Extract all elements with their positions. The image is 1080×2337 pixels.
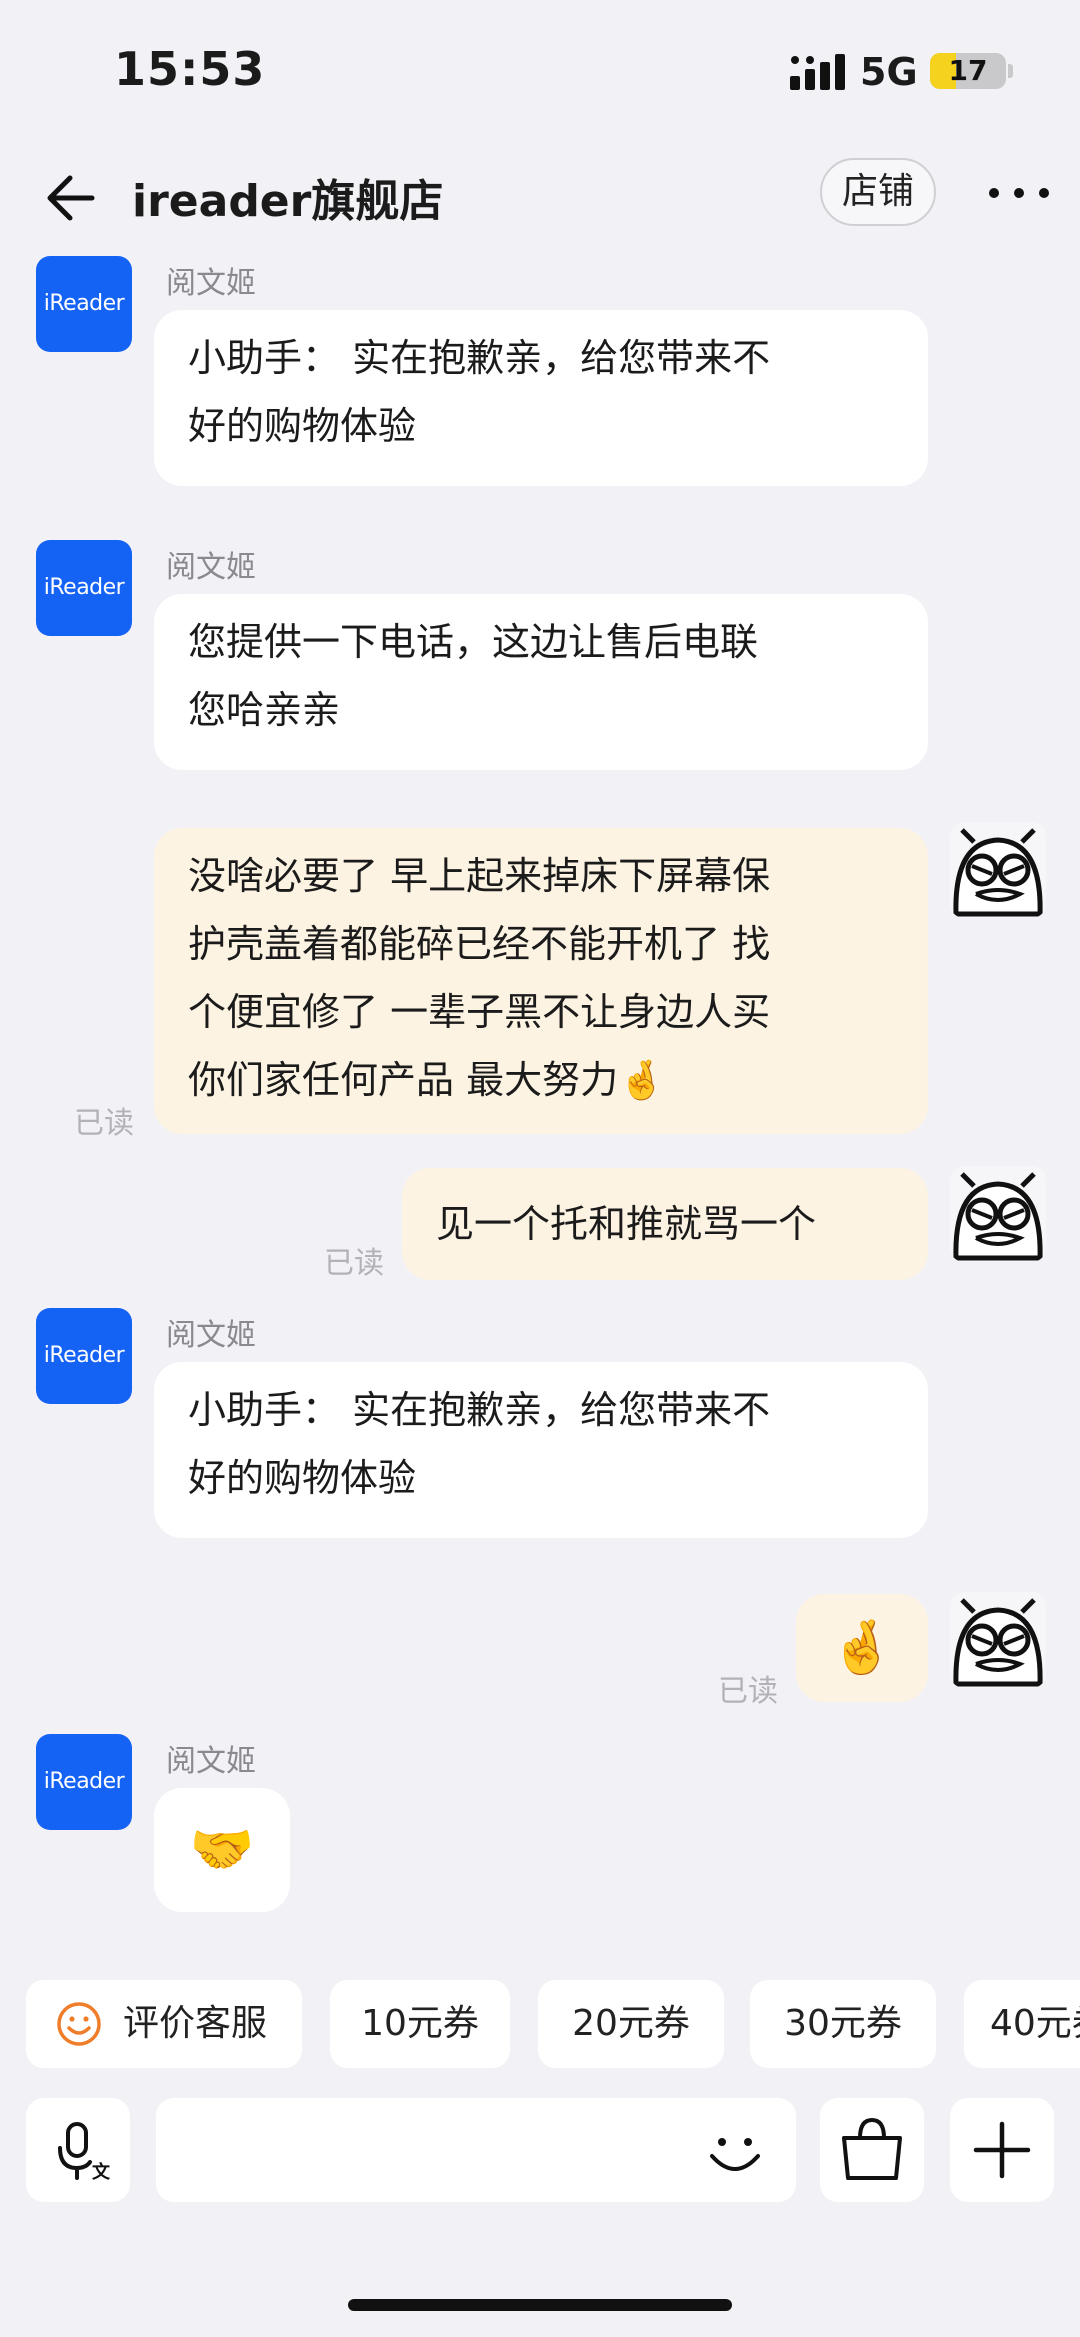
message-emoji: 🤞 — [829, 1618, 895, 1678]
coupon-chip[interactable]: 10元券 — [330, 1980, 510, 2068]
plus-icon — [973, 2121, 1031, 2179]
coupon-chip[interactable]: 20元券 — [538, 1980, 724, 2068]
shopping-bag-icon — [842, 2117, 902, 2180]
message-line: 见一个托和推就骂一个 — [436, 1202, 817, 1246]
message-bubble[interactable]: 🤞 — [796, 1594, 928, 1702]
sender-name: 阅文姬 — [166, 1744, 256, 1779]
rate-service-chip[interactable]: 评价客服 — [26, 1980, 302, 2068]
message-bubble[interactable]: 您提供一下电话，这边让售后电联 您哈亲亲 — [154, 594, 928, 770]
coupon-chip[interactable]: 40元券 — [964, 1980, 1080, 2068]
coupon-chip[interactable]: 30元券 — [750, 1980, 936, 2068]
message-line: 小助手： 实在抱歉亲，给您带来不 — [188, 1388, 771, 1432]
svg-text:文: 文 — [92, 2161, 111, 2183]
message-line: 您提供一下电话，这边让售后电联 — [188, 620, 759, 664]
network-type: 5G — [860, 50, 918, 94]
plus-button[interactable] — [950, 2098, 1054, 2202]
message-line: 好的购物体验 — [188, 1456, 417, 1500]
battery-level: 17 — [948, 54, 988, 87]
message-line: 没啥必要了 早上起来掉床下屏幕保 — [188, 854, 771, 898]
message-bubble[interactable]: 小助手： 实在抱歉亲，给您带来不 好的购物体验 — [154, 1362, 928, 1538]
emoji-icon[interactable] — [704, 2122, 766, 2184]
back-arrow-icon[interactable] — [40, 168, 100, 228]
user-avatar[interactable] — [950, 1592, 1046, 1688]
message-emoji: 🤝 — [189, 1820, 255, 1880]
message-line: 好的购物体验 — [188, 404, 417, 448]
read-status: 已读 — [74, 1106, 134, 1141]
status-time: 15:53 — [114, 42, 266, 96]
user-avatar-image — [950, 822, 1046, 918]
home-indicator — [348, 2299, 732, 2311]
read-status: 已读 — [324, 1246, 384, 1281]
sender-name: 阅文姬 — [166, 550, 256, 585]
user-avatar-image — [950, 1592, 1046, 1688]
voice-translate-icon: 文 — [58, 2122, 111, 2183]
more-icon[interactable] — [984, 168, 1054, 218]
user-avatar-image — [950, 1166, 1046, 1262]
read-status: 已读 — [718, 1674, 778, 1709]
chip-label: 评价客服 — [122, 2003, 267, 2044]
shop-avatar[interactable]: iReader — [36, 1734, 132, 1830]
sender-name: 阅文姬 — [166, 1318, 256, 1353]
shop-button[interactable]: 店铺 — [820, 158, 936, 226]
battery-tip — [1008, 64, 1013, 78]
page-title: ireader旗舰店 — [132, 176, 444, 227]
message-input[interactable] — [156, 2098, 796, 2202]
message-bubble[interactable]: 没啥必要了 早上起来掉床下屏幕保 护壳盖着都能碎已经不能开机了 找 个便宜修了 … — [154, 828, 928, 1134]
status-bar: 15:53 5G 17 — [0, 0, 1080, 140]
user-avatar[interactable] — [950, 1166, 1046, 1262]
user-avatar[interactable] — [950, 822, 1046, 918]
message-bubble[interactable]: 小助手： 实在抱歉亲，给您带来不 好的购物体验 — [154, 310, 928, 486]
message-line: 个便宜修了 一辈子黑不让身边人买 — [188, 990, 771, 1034]
signal-icon — [790, 54, 845, 90]
message-line: 护壳盖着都能碎已经不能开机了 找 — [188, 922, 771, 966]
message-bubble[interactable]: 🤝 — [154, 1788, 290, 1912]
shop-avatar[interactable]: iReader — [36, 256, 132, 352]
sender-name: 阅文姬 — [166, 266, 256, 301]
quick-reply-bar: 评价客服 10元券 20元券 30元券 40元券 — [0, 1980, 1080, 2072]
shopping-button[interactable] — [820, 2098, 924, 2202]
shop-avatar[interactable]: iReader — [36, 540, 132, 636]
battery-icon: 17 — [930, 53, 1006, 89]
message-bubble[interactable]: 见一个托和推就骂一个 — [402, 1168, 928, 1280]
smile-icon — [57, 2002, 101, 2046]
voice-button[interactable]: 文 — [26, 2098, 130, 2202]
message-line: 小助手： 实在抱歉亲，给您带来不 — [188, 336, 771, 380]
message-line: 你们家任何产品 最大努力🤞 — [188, 1058, 666, 1102]
shop-avatar[interactable]: iReader — [36, 1308, 132, 1404]
input-bar: 文 — [0, 2098, 1080, 2208]
message-line: 您哈亲亲 — [188, 688, 341, 732]
